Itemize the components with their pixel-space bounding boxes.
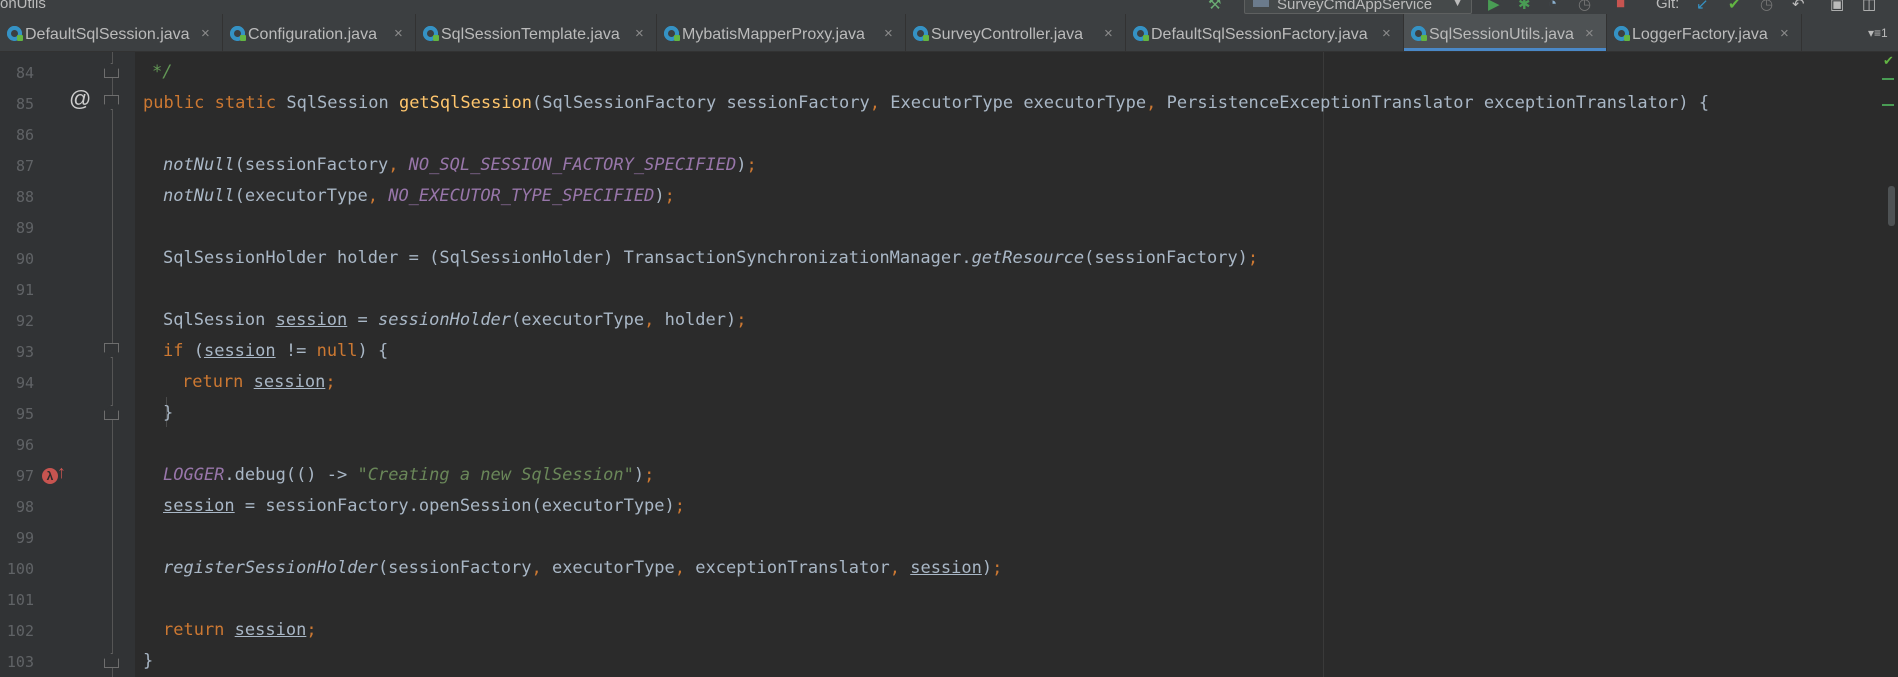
- close-icon[interactable]: ×: [1780, 25, 1789, 42]
- line-number: 103: [6, 653, 34, 671]
- editor-tab-bar: DefaultSqlSession.java × Configuration.j…: [0, 14, 1898, 52]
- code-line-88: notNull(executorType, NO_EXECUTOR_TYPE_S…: [163, 186, 675, 206]
- line-number: 87: [15, 157, 34, 175]
- hammer-icon[interactable]: ⚒: [1208, 0, 1221, 13]
- tab-configuration[interactable]: Configuration.java ×: [223, 14, 416, 51]
- java-class-icon: [1411, 26, 1427, 41]
- tab-label: SurveyController.java: [931, 26, 1084, 43]
- fold-guide-line: [112, 52, 113, 677]
- tab-sql-session-template[interactable]: SqlSessionTemplate.java ×: [416, 14, 657, 51]
- close-icon[interactable]: ×: [635, 25, 644, 42]
- line-number: 98: [15, 498, 34, 516]
- line-number: 97: [15, 467, 34, 485]
- line-number: 100: [6, 560, 34, 578]
- chevron-down-icon: ▼: [1452, 0, 1463, 9]
- line-number: 91: [15, 281, 34, 299]
- code-line-95: }: [163, 403, 174, 423]
- code-line-94: return session;: [182, 372, 336, 392]
- tab-list-menu[interactable]: ▾≡1: [1868, 26, 1888, 40]
- java-class-icon: [423, 26, 439, 41]
- close-icon[interactable]: ×: [1585, 25, 1594, 42]
- close-icon[interactable]: ×: [884, 25, 893, 42]
- line-number: 102: [6, 622, 34, 640]
- tab-label: MybatisMapperProxy.java: [682, 26, 865, 43]
- line-number: 88: [15, 188, 34, 206]
- run-config-icon: [1253, 0, 1269, 7]
- tab-label: SqlSessionTemplate.java: [441, 26, 620, 43]
- code-line-103: }: [143, 651, 154, 671]
- stop-icon[interactable]: ■: [1616, 0, 1625, 12]
- tab-label: Configuration.java: [248, 26, 377, 43]
- tab-label: LoggerFactory.java: [1632, 26, 1768, 43]
- code-line-97: LOGGER.debug(() -> "Creating a new SqlSe…: [163, 465, 655, 485]
- line-number: 89: [15, 219, 34, 237]
- tab-label: DefaultSqlSessionFactory.java: [1151, 26, 1368, 43]
- code-line-87: notNull(sessionFactory, NO_SQL_SESSION_F…: [163, 155, 757, 175]
- coverage-icon[interactable]: ◔: [1548, 0, 1557, 12]
- tab-logger-factory[interactable]: LoggerFactory.java ×: [1607, 14, 1802, 51]
- line-number: 99: [15, 529, 34, 547]
- tab-mybatis-mapper-proxy[interactable]: MybatisMapperProxy.java ×: [657, 14, 906, 51]
- java-class-icon: [1614, 26, 1630, 41]
- right-margin-guide: [1323, 52, 1324, 677]
- code-line-102: return session;: [163, 620, 317, 640]
- close-icon[interactable]: ×: [201, 25, 210, 42]
- code-line-84: */: [152, 62, 173, 82]
- java-class-icon: [1133, 26, 1149, 41]
- tab-survey-controller[interactable]: SurveyController.java ×: [906, 14, 1126, 51]
- arrow-up-icon: ↑: [57, 462, 66, 482]
- java-class-icon: [7, 26, 23, 41]
- profile-icon[interactable]: ◷: [1578, 0, 1591, 13]
- run-configuration-select[interactable]: SurveyCmdAppService ▼: [1244, 0, 1472, 14]
- close-icon[interactable]: ×: [1104, 25, 1113, 42]
- change-marker[interactable]: [1882, 104, 1894, 106]
- line-number: 95: [15, 405, 34, 423]
- project-name: onUtils: [0, 0, 46, 12]
- close-icon[interactable]: ×: [394, 25, 403, 42]
- tab-default-sql-session-factory[interactable]: DefaultSqlSessionFactory.java ×: [1126, 14, 1404, 51]
- change-marker[interactable]: [1882, 78, 1894, 80]
- line-number: 84: [15, 64, 34, 82]
- revert-icon[interactable]: ↶: [1792, 0, 1805, 13]
- lambda-up-icon[interactable]: λ ↑: [42, 462, 66, 486]
- close-icon[interactable]: ×: [1382, 25, 1391, 42]
- tab-label: SqlSessionUtils.java: [1429, 26, 1574, 43]
- git-update-icon[interactable]: ↙: [1696, 0, 1709, 13]
- java-class-icon: [664, 26, 680, 41]
- code-line-93: if (session != null) {: [163, 341, 389, 361]
- java-class-icon: [230, 26, 246, 41]
- history-icon[interactable]: ◷: [1760, 0, 1773, 13]
- line-number: 96: [15, 436, 34, 454]
- at-override-icon[interactable]: @: [69, 86, 91, 112]
- top-toolbar: onUtils ⚒ SurveyCmdAppService ▼ ▶ ✱ ◔ ◷ …: [0, 0, 1898, 14]
- run-config-label: SurveyCmdAppService: [1277, 0, 1433, 13]
- git-label: Git:: [1656, 0, 1680, 12]
- line-number: 94: [15, 374, 34, 392]
- editor-gutter: [0, 52, 135, 677]
- tab-label: DefaultSqlSession.java: [25, 26, 190, 43]
- code-line-90: SqlSessionHolder holder = (SqlSessionHol…: [163, 248, 1259, 268]
- java-class-icon: [913, 26, 929, 41]
- run-icon[interactable]: ▶: [1488, 0, 1500, 13]
- project-structure-icon[interactable]: ▣: [1830, 0, 1844, 13]
- line-number: 101: [6, 591, 34, 609]
- tab-default-sql-session[interactable]: DefaultSqlSession.java ×: [0, 14, 223, 51]
- line-number: 85: [15, 95, 34, 113]
- layout-icon[interactable]: ◫: [1862, 0, 1876, 13]
- line-number: 90: [15, 250, 34, 268]
- vertical-scrollbar[interactable]: [1888, 186, 1895, 226]
- git-commit-icon[interactable]: ✔: [1728, 0, 1741, 13]
- line-number: 92: [15, 312, 34, 330]
- debug-icon[interactable]: ✱: [1518, 0, 1531, 13]
- inspection-ok-icon[interactable]: ✔: [1883, 53, 1894, 69]
- line-number: 93: [15, 343, 34, 361]
- line-number: 86: [15, 126, 34, 144]
- code-line-85: public static SqlSession getSqlSession(S…: [143, 93, 1710, 113]
- lambda-icon: λ: [42, 468, 58, 484]
- code-line-98: session = sessionFactory.openSession(exe…: [163, 496, 686, 516]
- code-line-100: registerSessionHolder(sessionFactory, ex…: [163, 558, 1003, 578]
- code-line-92: SqlSession session = sessionHolder(execu…: [163, 310, 747, 330]
- tab-sql-session-utils[interactable]: SqlSessionUtils.java ×: [1404, 14, 1607, 51]
